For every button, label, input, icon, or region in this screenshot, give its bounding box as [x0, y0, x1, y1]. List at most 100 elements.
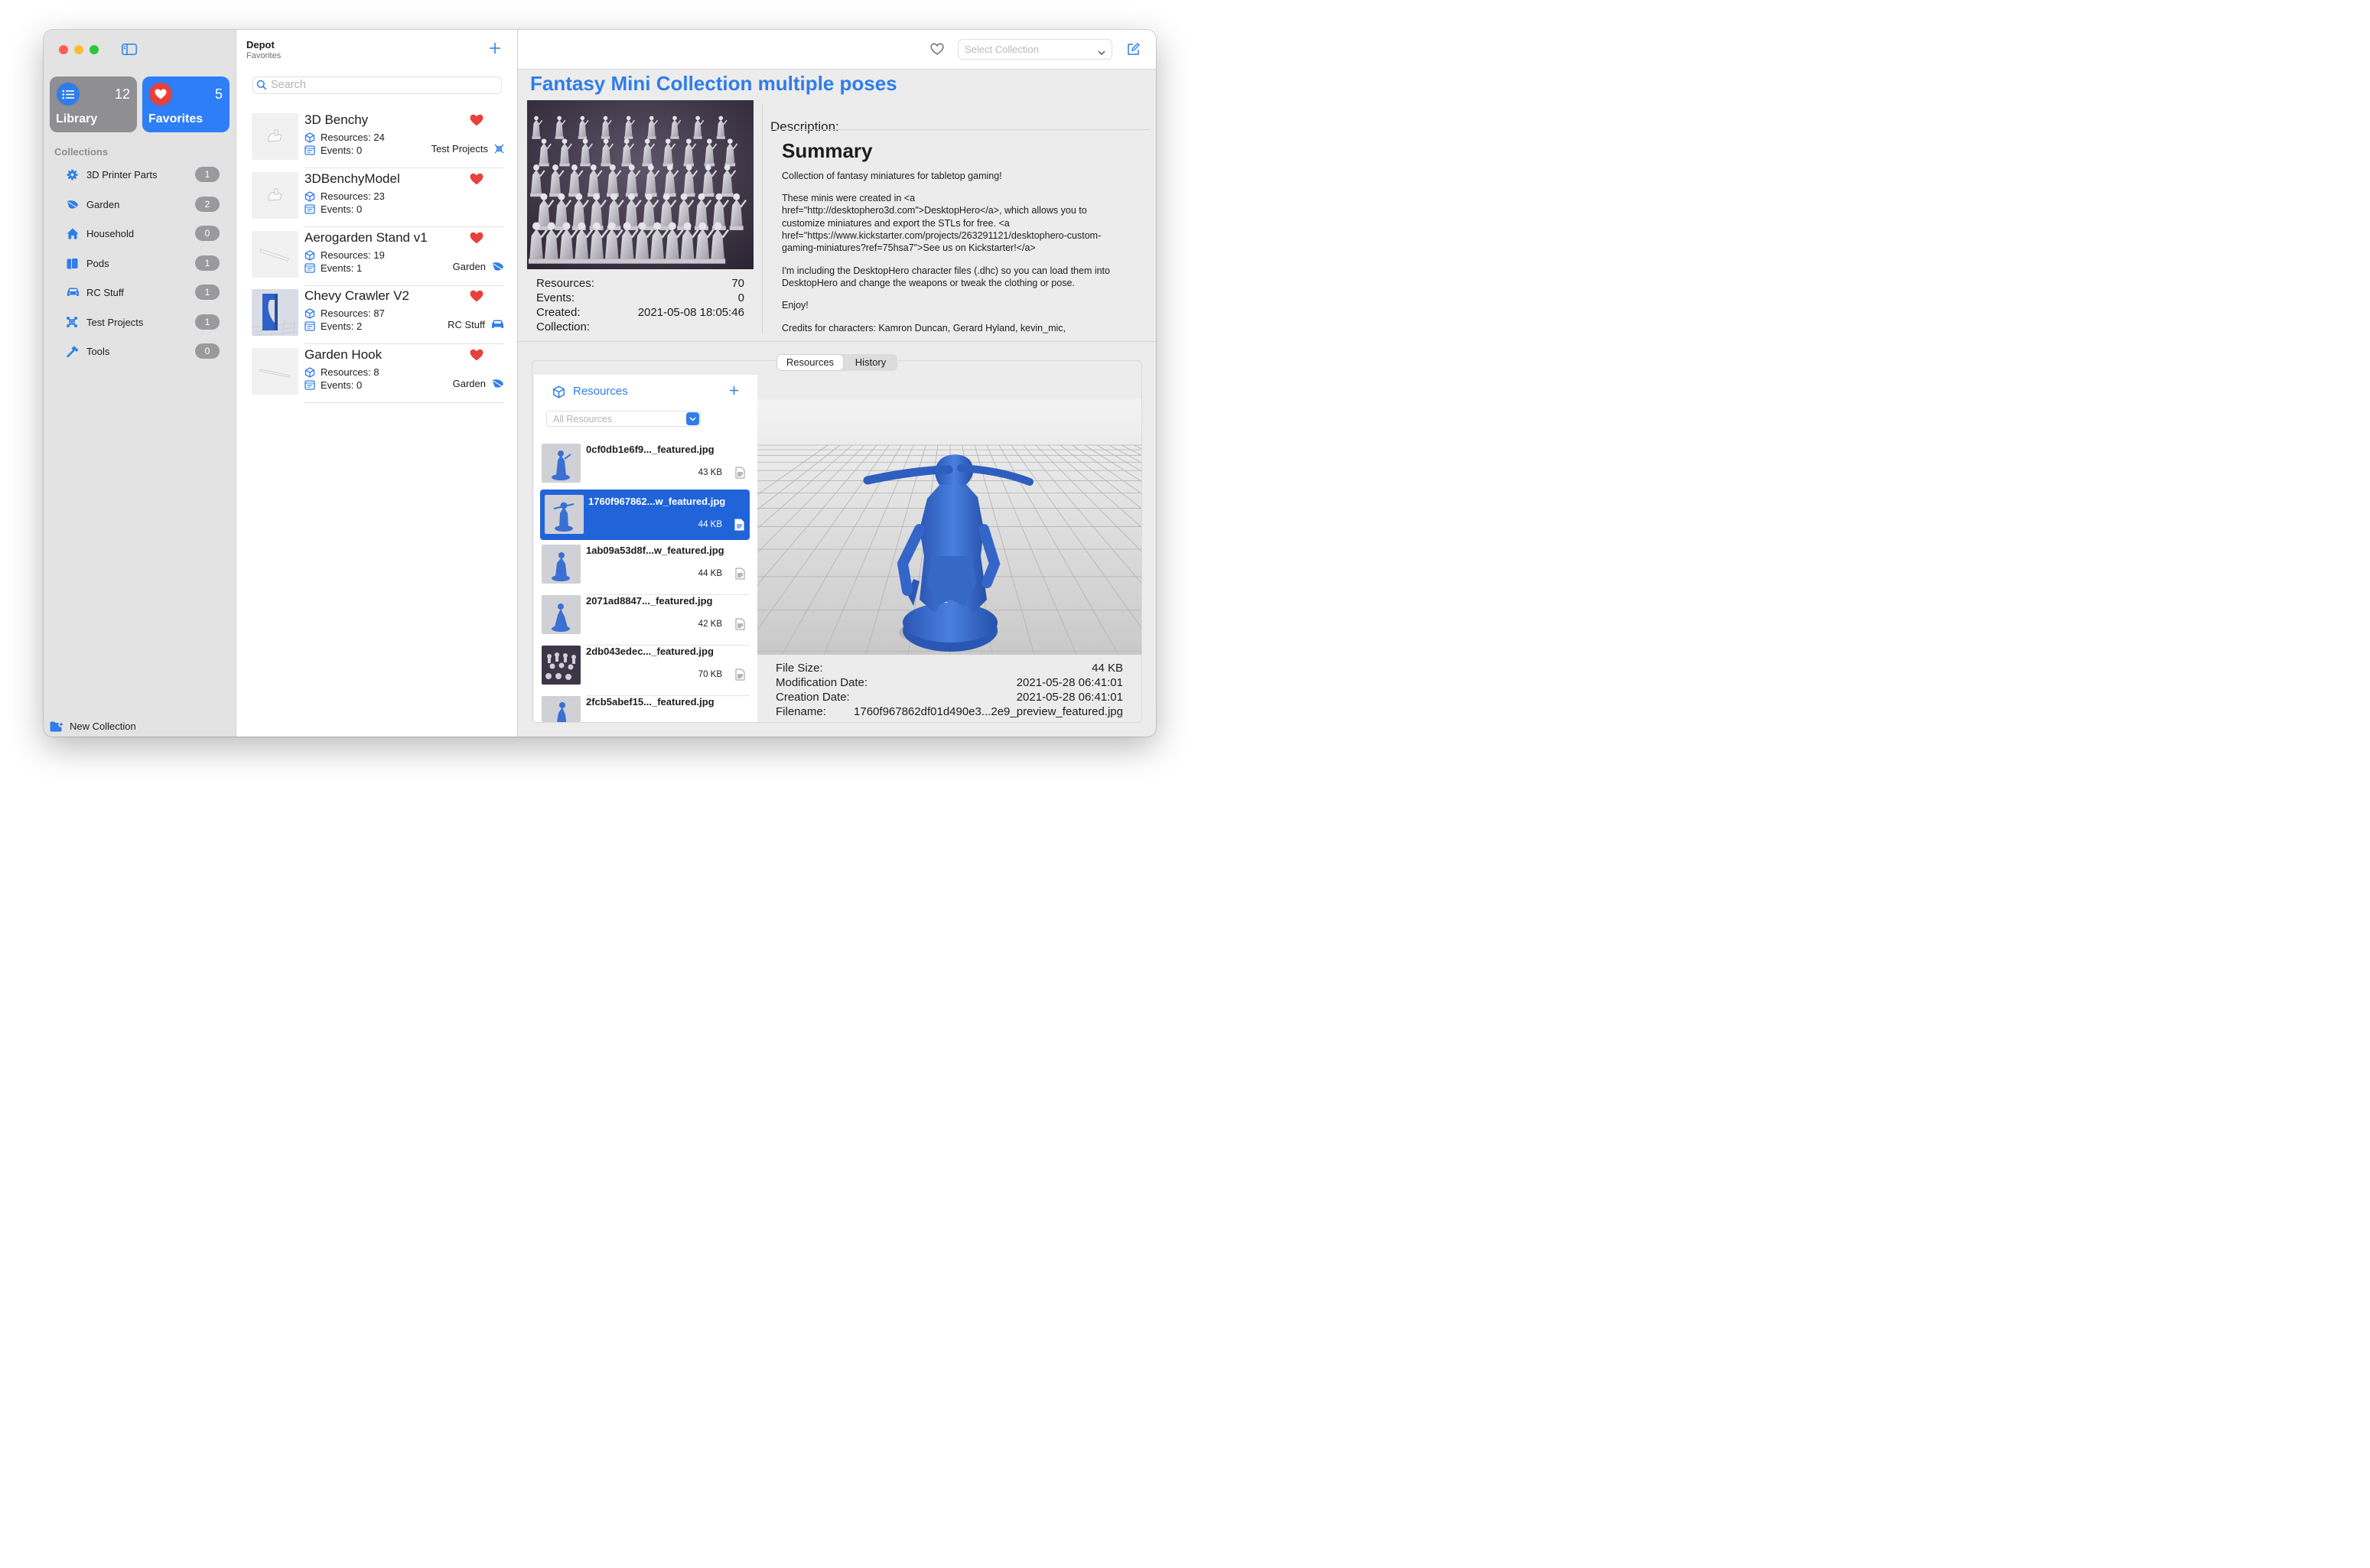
add-project-button[interactable] — [489, 42, 501, 58]
close-window-button[interactable] — [59, 45, 68, 54]
car-icon — [67, 288, 83, 298]
count-badge: 1 — [195, 285, 220, 300]
project-thumbnail — [252, 231, 298, 278]
new-collection-button[interactable]: New Collection — [50, 721, 136, 732]
edit-icon[interactable] — [1127, 43, 1140, 60]
project-title: Chevy Crawler V2 — [304, 288, 409, 303]
resource-row[interactable]: 2071ad8847..._featured.jpg 42 KB — [542, 595, 750, 646]
file-label: Creation Date: — [776, 691, 850, 704]
sidebar-item-rc-stuff[interactable]: RC Stuff 1 — [67, 283, 220, 301]
favorites-tile[interactable]: 5 Favorites — [142, 76, 230, 132]
grid-icon — [67, 317, 83, 327]
minimize-window-button[interactable] — [74, 45, 83, 54]
list-item[interactable]: 3DBenchyModel Resources: 23 Events: 0 — [252, 171, 504, 227]
resources-count: Resources: 8 — [321, 366, 379, 378]
info-value: 2021-05-08 18:05:46 — [637, 306, 744, 319]
resource-row-selected[interactable]: 1760f967862...w_featured.jpg 44 KB — [540, 490, 750, 540]
file-value: 2021-05-28 06:41:01 — [1016, 691, 1123, 704]
resource-list: Resources All Resources 0cf0db1e6f9..._f… — [534, 375, 757, 722]
sidebar-item-household[interactable]: Household 0 — [67, 224, 220, 242]
list-icon — [57, 83, 80, 106]
filter-value: All Resources — [553, 414, 613, 425]
count-badge: 0 — [195, 226, 220, 241]
resources-panel: Resources All Resources 0cf0db1e6f9..._f… — [532, 360, 1142, 723]
count-badge: 1 — [195, 167, 220, 182]
resource-row[interactable]: 2db043edec..._featured.jpg 70 KB — [542, 646, 750, 696]
list-item[interactable]: 3D Benchy Resources: 24 Events: 0 Test P… — [252, 112, 504, 168]
collection-select[interactable]: Select Collection — [958, 39, 1112, 60]
list-item[interactable]: Aerogarden Stand v1 Resources: 19 Events… — [252, 230, 504, 286]
sidebar-item-test-projects[interactable]: Test Projects 1 — [67, 313, 220, 331]
description-paragraph: I'm including the DesktopHero character … — [782, 265, 1110, 289]
resource-thumbnail — [545, 495, 584, 534]
resource-size: 44 KB — [698, 520, 722, 529]
info-label: Resources: — [536, 277, 594, 290]
search-input[interactable]: Search — [252, 76, 502, 94]
heart-icon[interactable] — [470, 349, 483, 365]
tab-resources[interactable]: Resources — [777, 355, 843, 370]
project-title: Aerogarden Stand v1 — [304, 230, 428, 245]
count-badge: 2 — [195, 197, 220, 212]
library-label: Library — [56, 112, 98, 125]
collection-tag: Garden — [452, 261, 486, 272]
resource-filter-select[interactable]: All Resources — [546, 411, 701, 427]
calendar-icon — [304, 263, 315, 273]
resource-name: 1760f967862...w_featured.jpg — [588, 496, 726, 507]
resource-thumbnail — [542, 595, 581, 634]
resource-row[interactable]: 0cf0db1e6f9..._featured.jpg 43 KB — [542, 444, 750, 494]
sidebar-item-label: Tools — [86, 345, 110, 357]
document-icon — [735, 568, 745, 584]
description-label: Description: — [770, 119, 839, 134]
sidebar: 12 Library 5 Favorites Collections 3D Pr… — [44, 30, 236, 737]
library-count: 12 — [114, 86, 130, 102]
list-subtitle: Favorites — [246, 51, 282, 60]
sidebar-item-pods[interactable]: Pods 1 — [67, 254, 220, 272]
heart-icon[interactable] — [470, 290, 483, 306]
info-events: Events: 0 — [536, 291, 744, 304]
project-thumbnail — [252, 172, 298, 219]
chevron-down-icon — [1098, 47, 1105, 58]
project-thumbnail — [252, 289, 298, 336]
sidebar-toggle-icon[interactable] — [122, 44, 137, 59]
detail-toolbar: Select Collection — [518, 30, 1156, 70]
count-badge: 1 — [195, 255, 220, 271]
heart-icon[interactable] — [470, 232, 483, 248]
info-label: Created: — [536, 306, 581, 319]
cube-icon — [304, 249, 315, 261]
resource-row[interactable]: 2fcb5abef15..._featured.jpg — [542, 696, 750, 722]
heart-outline-icon[interactable] — [930, 43, 944, 59]
sidebar-item-label: RC Stuff — [86, 286, 124, 298]
file-size-row: File Size: 44 KB — [776, 662, 1123, 675]
tab-history[interactable]: History — [845, 355, 896, 370]
resource-name: 1ab09a53d8f...w_featured.jpg — [586, 545, 724, 556]
file-label: Modification Date: — [776, 676, 868, 689]
sidebar-item-tools[interactable]: Tools 0 — [67, 342, 220, 360]
heart-icon — [149, 83, 172, 106]
creation-date-row: Creation Date: 2021-05-28 06:41:01 — [776, 691, 1123, 704]
library-tile[interactable]: 12 Library — [50, 76, 137, 132]
sidebar-item-3d-printer-parts[interactable]: 3D Printer Parts 1 — [67, 165, 220, 184]
heart-icon[interactable] — [470, 173, 483, 189]
folder-plus-icon — [50, 721, 64, 732]
heart-icon[interactable] — [470, 114, 483, 130]
sidebar-item-garden[interactable]: Garden 2 — [67, 195, 220, 213]
leaf-icon — [493, 262, 503, 271]
divider — [304, 402, 504, 403]
resource-row[interactable]: 1ab09a53d8f...w_featured.jpg 44 KB — [542, 545, 750, 595]
file-value: 2021-05-28 06:41:01 — [1016, 676, 1123, 689]
document-icon — [735, 467, 745, 483]
info-label: Collection: — [536, 320, 591, 333]
project-thumbnail — [252, 348, 298, 395]
list-item[interactable]: Chevy Crawler V2 Resources: 87 Events: 2… — [252, 288, 504, 344]
description-paragraph: Enjoy! — [782, 300, 809, 311]
resource-size: 44 KB — [698, 569, 722, 578]
resource-name: 0cf0db1e6f9..._featured.jpg — [586, 444, 715, 455]
count-badge: 1 — [195, 314, 220, 330]
zoom-window-button[interactable] — [90, 45, 99, 54]
search-icon — [256, 80, 267, 94]
chevron-down-icon — [686, 412, 699, 425]
resources-count: Resources: 24 — [321, 132, 385, 143]
add-resource-button[interactable] — [729, 385, 739, 399]
list-item[interactable]: Garden Hook Resources: 8 Events: 0 Garde… — [252, 347, 504, 403]
resource-size: 42 KB — [698, 620, 722, 629]
